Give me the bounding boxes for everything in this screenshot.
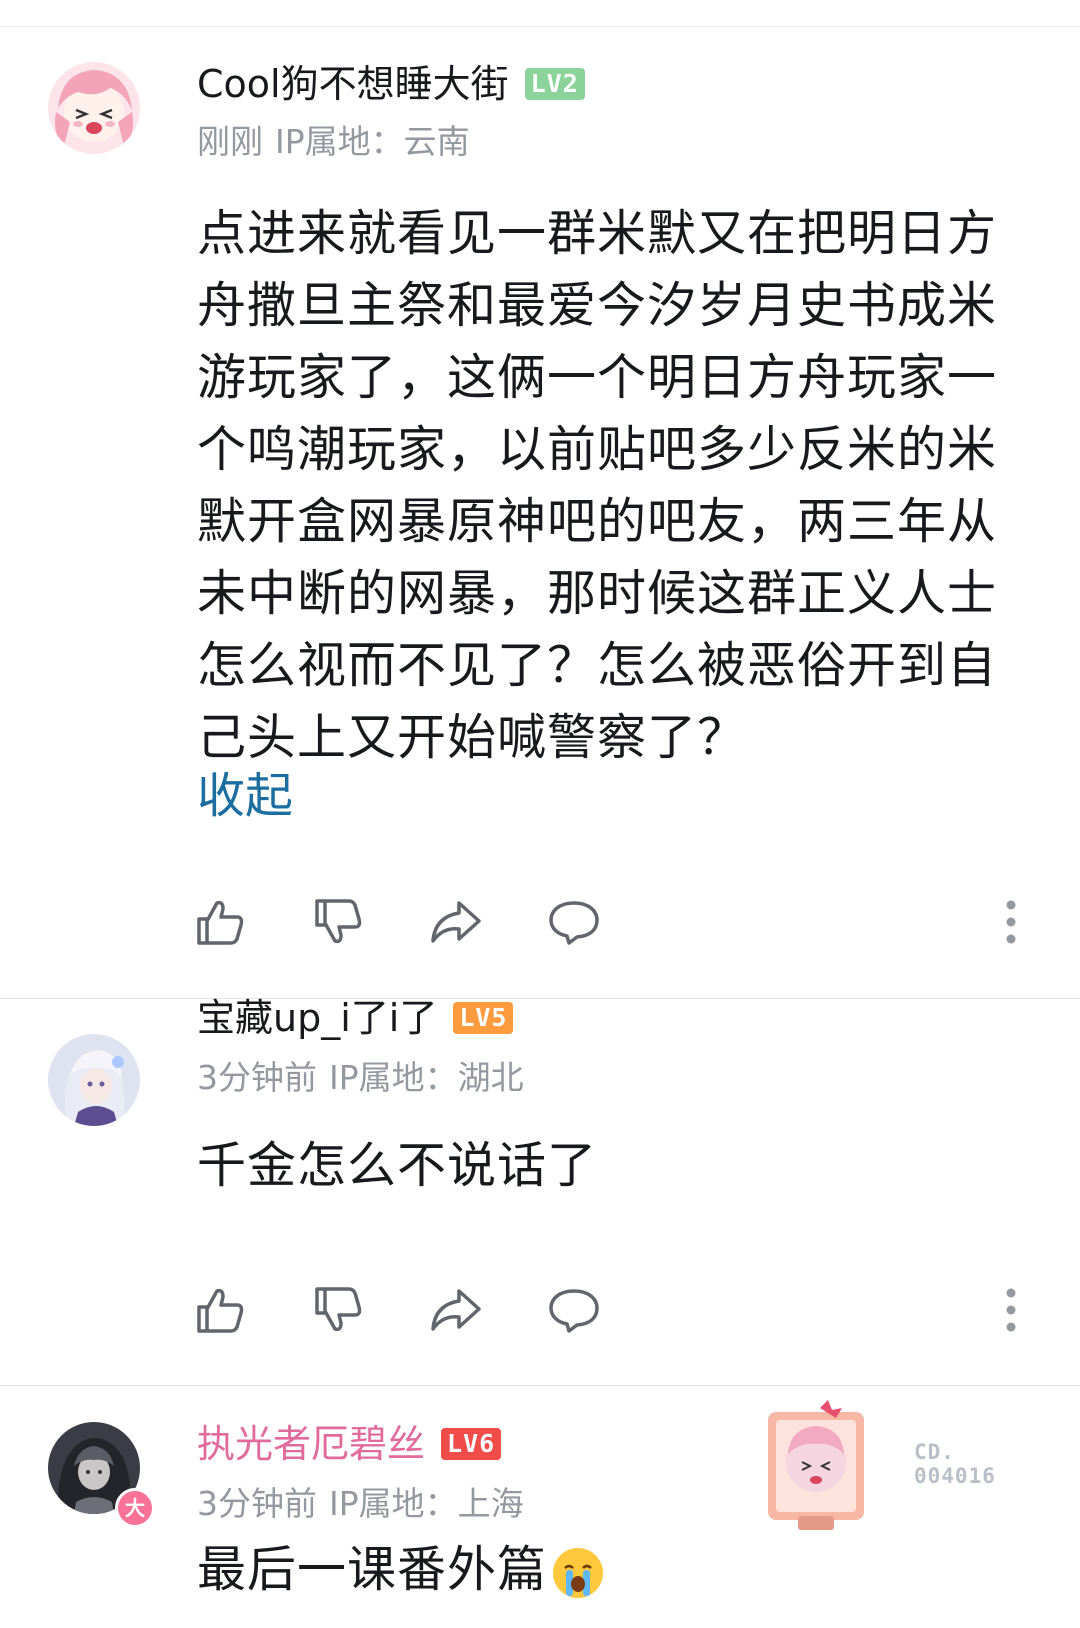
share-button[interactable]	[426, 1280, 486, 1340]
avatar[interactable]	[48, 1034, 140, 1126]
more-button[interactable]	[996, 1280, 1026, 1340]
level-badge: LV5	[453, 1002, 514, 1034]
comment-actions	[190, 892, 662, 952]
dislike-button[interactable]	[308, 1280, 368, 1340]
vip-badge: 大	[115, 1488, 155, 1528]
reply-button[interactable]	[544, 892, 604, 952]
username[interactable]: 执光者厄碧丝	[197, 1420, 425, 1468]
timestamp: 刚刚	[197, 122, 263, 161]
comment-divider	[0, 998, 1080, 999]
crying-face-emoji	[553, 1547, 604, 1598]
timestamp: 3分钟前	[197, 1484, 317, 1523]
comment-meta: 3分钟前 IP属地：上海	[197, 1482, 524, 1526]
level-badge: LV6	[441, 1428, 502, 1460]
comment-actions	[190, 1280, 662, 1340]
comment-divider	[0, 1385, 1080, 1386]
more-button[interactable]	[996, 892, 1026, 952]
comment-meta: 3分钟前 IP属地：湖北	[197, 1056, 524, 1100]
decoration-serial: CD. 004016	[914, 1440, 996, 1488]
comment-bubble-icon	[549, 1289, 599, 1333]
top-divider	[0, 26, 1080, 27]
decoration-card[interactable]	[762, 1398, 872, 1532]
comment-meta: 刚刚 IP属地：云南	[197, 120, 470, 164]
thumbs-down-icon	[315, 1287, 362, 1332]
ip-location: IP属地：上海	[329, 1484, 524, 1523]
thumbs-up-icon	[197, 900, 244, 945]
username[interactable]: 宝藏up_i了i了	[197, 994, 437, 1042]
username-row: 执光者厄碧丝 LV6	[197, 1420, 502, 1468]
share-icon	[431, 1289, 481, 1331]
like-button[interactable]	[190, 1280, 250, 1340]
share-button[interactable]	[426, 892, 486, 952]
like-button[interactable]	[190, 892, 250, 952]
username-row: Cool狗不想睡大街 LV2	[197, 60, 585, 108]
ip-location: IP属地：云南	[275, 122, 470, 161]
dislike-button[interactable]	[308, 892, 368, 952]
share-icon	[431, 901, 481, 943]
timestamp: 3分钟前	[197, 1058, 317, 1097]
ip-location: IP属地：湖北	[329, 1058, 524, 1097]
comment-text-content: 最后一课番外篇	[197, 1541, 548, 1598]
level-badge: LV2	[524, 68, 585, 100]
avatar[interactable]	[48, 62, 140, 154]
username[interactable]: Cool狗不想睡大街	[197, 60, 509, 108]
comment-text: 最后一课番外篇	[197, 1534, 1017, 1606]
thumbs-down-icon	[315, 899, 362, 944]
reply-button[interactable]	[544, 1280, 604, 1340]
comment-bubble-icon	[549, 901, 599, 945]
more-vertical-icon	[1006, 1288, 1016, 1332]
more-vertical-icon	[1006, 900, 1016, 944]
thumbs-up-icon	[197, 1288, 244, 1333]
comment-text: 千金怎么不说话了	[197, 1137, 598, 1194]
collapse-button[interactable]: 收起	[197, 766, 293, 826]
username-row: 宝藏up_i了i了 LV5	[197, 994, 514, 1042]
comment-text: 点进来就看见一群米默又在把明日方舟撒旦主祭和最爱今汐岁月史书成米游玩家了，这俩一…	[197, 205, 998, 766]
